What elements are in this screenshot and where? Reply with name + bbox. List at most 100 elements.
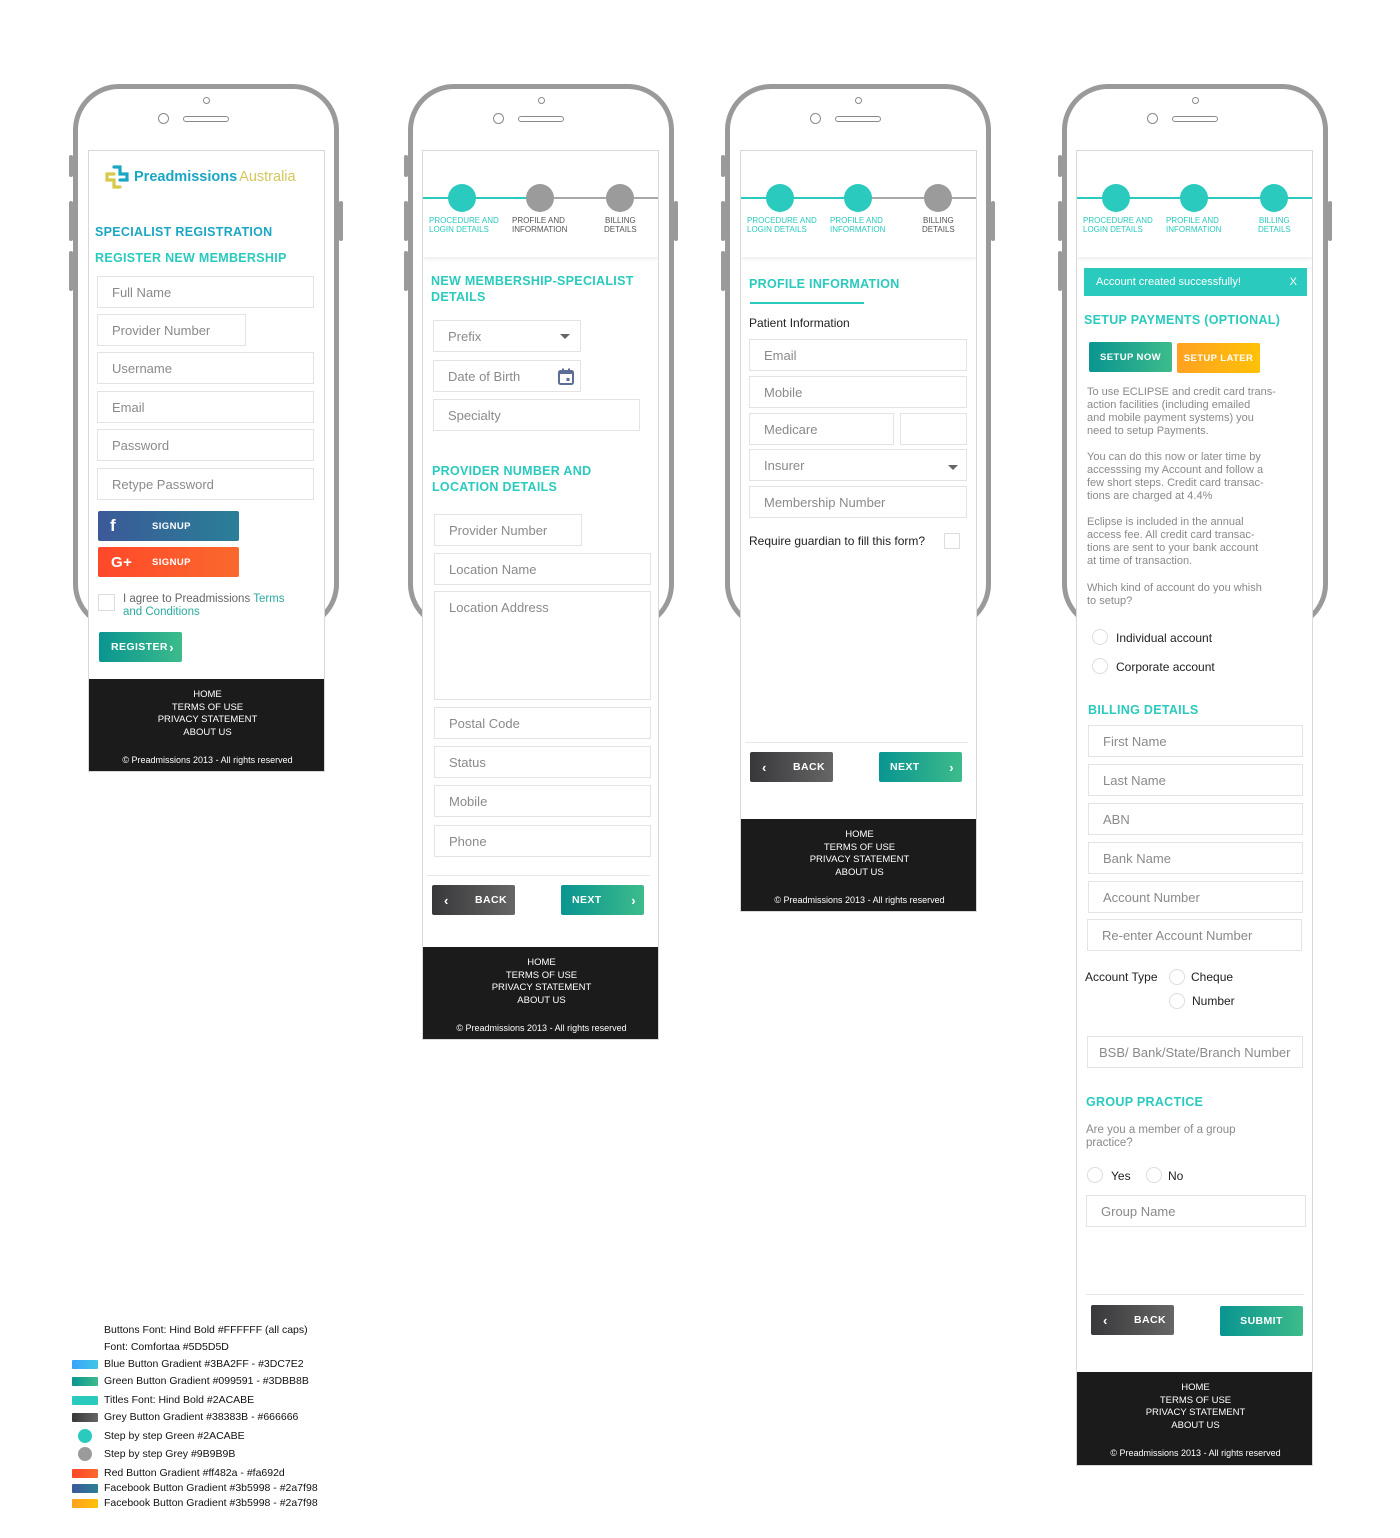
close-icon[interactable]: X	[1290, 276, 1297, 288]
group-yes-label: Yes	[1111, 1169, 1131, 1183]
group-yes-radio[interactable]	[1087, 1167, 1103, 1183]
step-1-label: PROCEDURE AND LOGIN DETAILS	[747, 216, 817, 234]
mute-switch	[404, 155, 408, 177]
volume-down-button	[69, 251, 73, 291]
medicare-input[interactable]: Medicare	[749, 413, 894, 445]
legend-row: Step by step Green #2ACABE	[72, 1429, 245, 1443]
footer-link-terms[interactable]: TERMS OF USE	[1077, 1395, 1312, 1408]
insurer-select[interactable]: Insurer	[749, 449, 967, 481]
group-no-radio[interactable]	[1146, 1167, 1162, 1183]
facebook-signup-button[interactable]: f SIGNUP	[98, 511, 239, 541]
cheque-radio[interactable]	[1169, 969, 1185, 985]
last-name-input[interactable]: Last Name	[1088, 764, 1303, 796]
specialty-input[interactable]: Specialty	[433, 399, 640, 431]
back-button[interactable]: ‹ BACK	[432, 885, 515, 915]
status-input[interactable]: Status	[434, 746, 651, 778]
group-name-input[interactable]: Group Name	[1086, 1195, 1306, 1227]
footer-link-about[interactable]: ABOUT US	[741, 867, 976, 880]
footer-link-privacy[interactable]: PRIVACY STATEMENT	[1077, 1407, 1312, 1420]
provider-number-input[interactable]: Provider Number	[434, 514, 582, 546]
postal-code-input[interactable]: Postal Code	[434, 707, 651, 739]
next-button[interactable]: NEXT ›	[879, 752, 962, 782]
back-button[interactable]: ‹ BACK	[750, 752, 833, 782]
submit-label: SUBMIT	[1240, 1315, 1283, 1327]
footer-link-terms[interactable]: TERMS OF USE	[741, 842, 976, 855]
abn-input[interactable]: ABN	[1088, 803, 1303, 835]
footer-link-privacy[interactable]: PRIVACY STATEMENT	[89, 714, 324, 727]
email-input[interactable]: Email	[749, 339, 967, 371]
account-number-input[interactable]: Account Number	[1088, 881, 1303, 913]
full-name-input[interactable]: Full Name	[97, 276, 314, 308]
footer-link-about[interactable]: ABOUT US	[89, 727, 324, 740]
terms-link[interactable]: Terms	[253, 593, 284, 605]
legend-row: Step by step Grey #9B9B9B	[72, 1447, 235, 1461]
retype-password-input[interactable]: Retype Password	[97, 468, 314, 500]
individual-account-radio[interactable]	[1092, 629, 1108, 645]
volume-down-button	[404, 251, 408, 291]
bsb-input[interactable]: BSB/ Bank/State/Branch Number	[1087, 1036, 1303, 1068]
provider-number-input[interactable]: Provider Number	[97, 314, 246, 346]
register-button[interactable]: REGISTER ›	[99, 632, 182, 662]
footer-link-privacy[interactable]: PRIVACY STATEMENT	[741, 854, 976, 867]
footer-link-terms[interactable]: TERMS OF USE	[423, 970, 658, 983]
setup-now-button[interactable]: SETUP NOW	[1089, 342, 1172, 372]
footer-link-about[interactable]: ABOUT US	[1077, 1420, 1312, 1433]
footer: HOME TERMS OF USE PRIVACY STATEMENT ABOU…	[1077, 1372, 1312, 1465]
footer-link-home[interactable]: HOME	[1077, 1382, 1312, 1395]
legend-row: Font: Comfortaa #5D5D5D	[104, 1341, 229, 1353]
footer-link-home[interactable]: HOME	[89, 689, 324, 702]
phone-input[interactable]: Phone	[434, 825, 651, 857]
progress-stepper: PROCEDURE AND LOGIN DETAILS PROFILE AND IN…	[423, 151, 658, 257]
guardian-checkbox[interactable]	[944, 533, 960, 549]
footer-link-terms[interactable]: TERMS OF USE	[89, 702, 324, 715]
date-of-birth-input[interactable]: Date of Birth	[433, 360, 581, 392]
title-underline	[750, 302, 864, 304]
google-signup-button[interactable]: G+ SIGNUP	[98, 547, 239, 577]
step-green-swatch	[78, 1429, 92, 1443]
reenter-account-number-input[interactable]: Re-enter Account Number	[1087, 919, 1302, 951]
footer-link-home[interactable]: HOME	[741, 829, 976, 842]
date-of-birth-placeholder: Date of Birth	[448, 368, 521, 384]
bank-name-input[interactable]: Bank Name	[1088, 842, 1303, 874]
legend-row: Blue Button Gradient #3BA2FF - #3DC7E2	[72, 1357, 304, 1371]
username-input[interactable]: Username	[97, 352, 314, 384]
front-camera-icon	[855, 97, 862, 104]
setup-now-label: SETUP NOW	[1100, 351, 1161, 363]
front-camera-icon	[1192, 97, 1199, 104]
location-address-textarea[interactable]: Location Address	[434, 591, 651, 700]
step-grey-swatch	[78, 1447, 92, 1461]
number-radio[interactable]	[1169, 993, 1185, 1009]
setup-payments-title: SETUP PAYMENTS (OPTIONAL)	[1084, 313, 1281, 327]
back-label: BACK	[1134, 1314, 1166, 1326]
conditions-link[interactable]: and Conditions	[123, 606, 200, 618]
next-button[interactable]: NEXT ›	[561, 885, 644, 915]
google-plus-icon: G+	[111, 553, 133, 571]
footer-link-about[interactable]: ABOUT US	[423, 995, 658, 1008]
email-input[interactable]: Email	[97, 391, 314, 423]
prefix-select[interactable]: Prefix	[433, 320, 581, 352]
mobile-input[interactable]: Mobile	[749, 376, 967, 408]
volume-up-button	[69, 201, 73, 241]
back-button[interactable]: ‹ BACK	[1091, 1305, 1174, 1335]
facebook-swatch	[72, 1483, 98, 1493]
terms-checkbox[interactable]	[98, 594, 115, 611]
legend-row: Facebook Button Gradient #3b5998 - #2a7f…	[72, 1481, 318, 1495]
password-input[interactable]: Password	[97, 429, 314, 461]
front-camera-icon	[203, 97, 210, 104]
individual-account-label: Individual account	[1116, 631, 1213, 645]
footer-link-home[interactable]: HOME	[423, 957, 658, 970]
location-name-input[interactable]: Location Name	[434, 553, 651, 585]
setup-later-label: SETUP LATER	[1183, 352, 1254, 364]
step-1-indicator	[448, 184, 476, 212]
calendar-icon[interactable]	[558, 368, 574, 385]
mobile-input[interactable]: Mobile	[434, 785, 651, 817]
membership-number-input[interactable]: Membership Number	[749, 486, 967, 518]
legend-row: Titles Font: Hind Bold #2ACABE	[72, 1393, 254, 1407]
footer-link-privacy[interactable]: PRIVACY STATEMENT	[423, 982, 658, 995]
volume-down-button	[1058, 251, 1062, 291]
corporate-account-radio[interactable]	[1092, 658, 1108, 674]
first-name-input[interactable]: First Name	[1088, 725, 1303, 757]
medicare-ref-input[interactable]	[900, 413, 967, 445]
setup-later-button[interactable]: SETUP LATER	[1177, 343, 1260, 373]
submit-button[interactable]: SUBMIT	[1220, 1306, 1303, 1336]
